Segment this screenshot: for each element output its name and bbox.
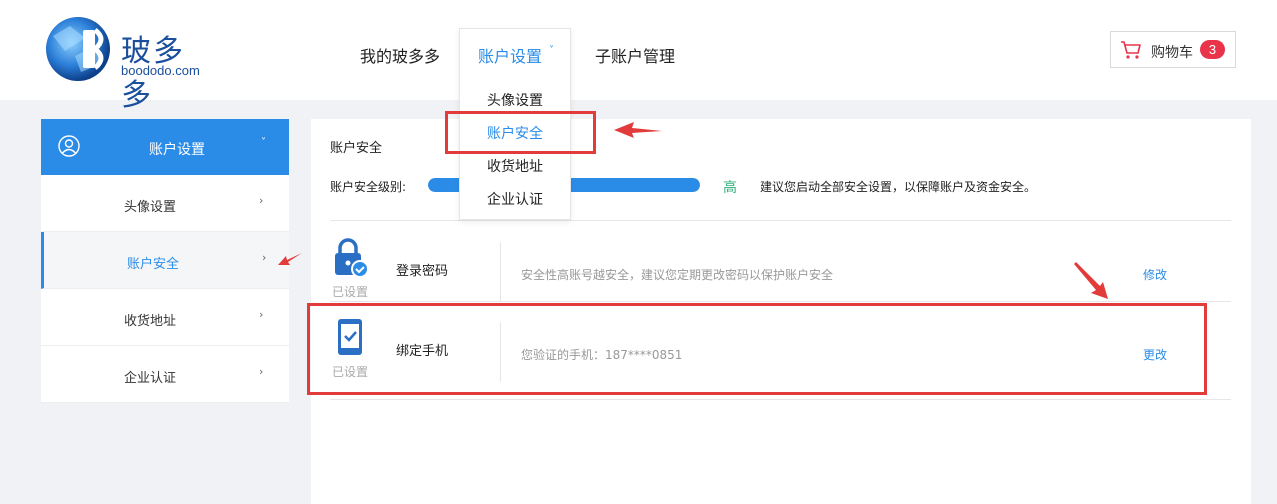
security-level-label: 账户安全级别: — [330, 180, 407, 194]
status-text: 已设置 — [331, 285, 368, 299]
divider — [330, 399, 1231, 400]
logo-globe-icon — [46, 17, 110, 81]
chevron-right-icon: › — [259, 308, 264, 321]
sidebar-item-label: 收货地址 — [123, 314, 176, 329]
sidebar-item-label: 账户安全 — [126, 257, 179, 272]
sidebar-item-address[interactable]: 收货地址 › — [41, 289, 289, 346]
nav-my-boododo[interactable]: 我的玻多多 — [360, 43, 440, 67]
nav-sub-accounts[interactable]: 子账户管理 — [595, 43, 675, 67]
chevron-right-icon: › — [259, 194, 264, 207]
sidebar-item-security[interactable]: 账户安全 › — [41, 232, 289, 289]
divider — [500, 242, 501, 302]
chevron-down-icon: ˅ — [261, 137, 266, 148]
sidebar-header-label: 账户设置 — [149, 142, 205, 158]
dropdown-item-avatar[interactable]: 头像设置 — [487, 90, 543, 110]
annotation-arrow — [614, 122, 662, 138]
sidebar-item-label: 企业认证 — [123, 371, 176, 386]
modify-password-link[interactable]: 修改 — [1143, 266, 1167, 283]
top-header: 玻多多 boododo.com 我的玻多多 子账户管理 购物车 3 — [0, 0, 1277, 113]
dropdown-item-address[interactable]: 收货地址 — [487, 156, 543, 176]
logo-domain: boododo.com — [121, 63, 200, 78]
chevron-down-icon: ˅ — [549, 45, 554, 56]
row-description: 安全性高账号越安全，建议您定期更改密码以保护账户安全 — [521, 268, 834, 282]
user-icon — [58, 135, 80, 157]
divider — [330, 220, 1231, 221]
lock-check-icon — [335, 238, 369, 278]
security-level-value: 高 — [723, 180, 737, 196]
cart-count-badge: 3 — [1200, 40, 1225, 59]
logo[interactable]: 玻多多 boododo.com — [45, 16, 215, 113]
sidebar: 账户设置 ˅ 头像设置 › 账户安全 › 收货地址 › 企业认证 › — [41, 119, 289, 403]
nav-account-settings[interactable]: 账户设置 — [478, 43, 542, 67]
shopping-cart-icon — [1121, 41, 1141, 59]
sidebar-item-avatar[interactable]: 头像设置 › — [41, 175, 289, 232]
chevron-right-icon: › — [259, 365, 264, 378]
page-title: 账户安全 — [330, 141, 383, 156]
sidebar-item-label: 头像设置 — [123, 200, 176, 215]
annotation-box — [445, 111, 596, 154]
annotation-arrow — [278, 253, 302, 265]
cart-button[interactable]: 购物车 3 — [1110, 31, 1236, 68]
row-name: 登录密码 — [396, 264, 449, 279]
security-tip: 建议您启动全部安全设置，以保障账户及资金安全。 — [760, 180, 1037, 194]
annotation-arrow — [1074, 262, 1108, 299]
cart-label: 购物车 — [1151, 45, 1193, 61]
sidebar-header-account-settings[interactable]: 账户设置 ˅ — [41, 119, 289, 175]
sidebar-item-enterprise[interactable]: 企业认证 › — [41, 346, 289, 403]
chevron-right-icon: › — [262, 251, 267, 264]
annotation-box — [307, 303, 1207, 395]
dropdown-item-enterprise[interactable]: 企业认证 — [487, 189, 543, 209]
